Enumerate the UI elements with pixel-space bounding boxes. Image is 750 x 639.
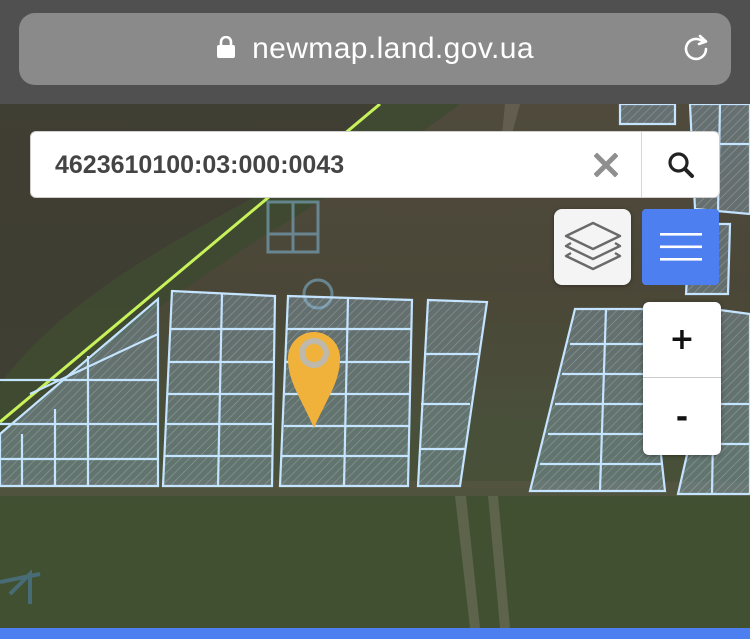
search-icon xyxy=(668,151,694,178)
parcel-block-b xyxy=(161,289,277,488)
search-input[interactable] xyxy=(55,148,575,182)
reload-icon[interactable] xyxy=(679,32,713,66)
close-icon[interactable] xyxy=(594,153,618,177)
lower-field xyxy=(0,489,750,628)
cadastral-search-box xyxy=(30,131,720,198)
address-bar-content: newmap.land.gov.ua xyxy=(19,13,731,85)
search-button[interactable] xyxy=(641,132,720,197)
layers-icon xyxy=(564,221,621,271)
layers-button[interactable] xyxy=(554,209,631,285)
hamburger-menu-icon xyxy=(659,233,702,261)
parcel-block-d xyxy=(416,298,489,488)
url-text: newmap.land.gov.ua xyxy=(252,32,534,65)
bottom-accent-bar xyxy=(0,628,750,639)
browser-chrome: newmap.land.gov.ua xyxy=(0,0,750,104)
zoom-control: + - xyxy=(643,302,721,455)
address-bar[interactable]: newmap.land.gov.ua xyxy=(19,13,731,85)
zoom-in-button[interactable]: + xyxy=(643,302,721,378)
lock-icon xyxy=(217,36,236,58)
menu-button[interactable] xyxy=(642,209,719,285)
zoom-out-button[interactable]: - xyxy=(643,379,721,455)
clear-search-button[interactable] xyxy=(589,148,623,182)
dirt-path-top xyxy=(502,104,520,134)
